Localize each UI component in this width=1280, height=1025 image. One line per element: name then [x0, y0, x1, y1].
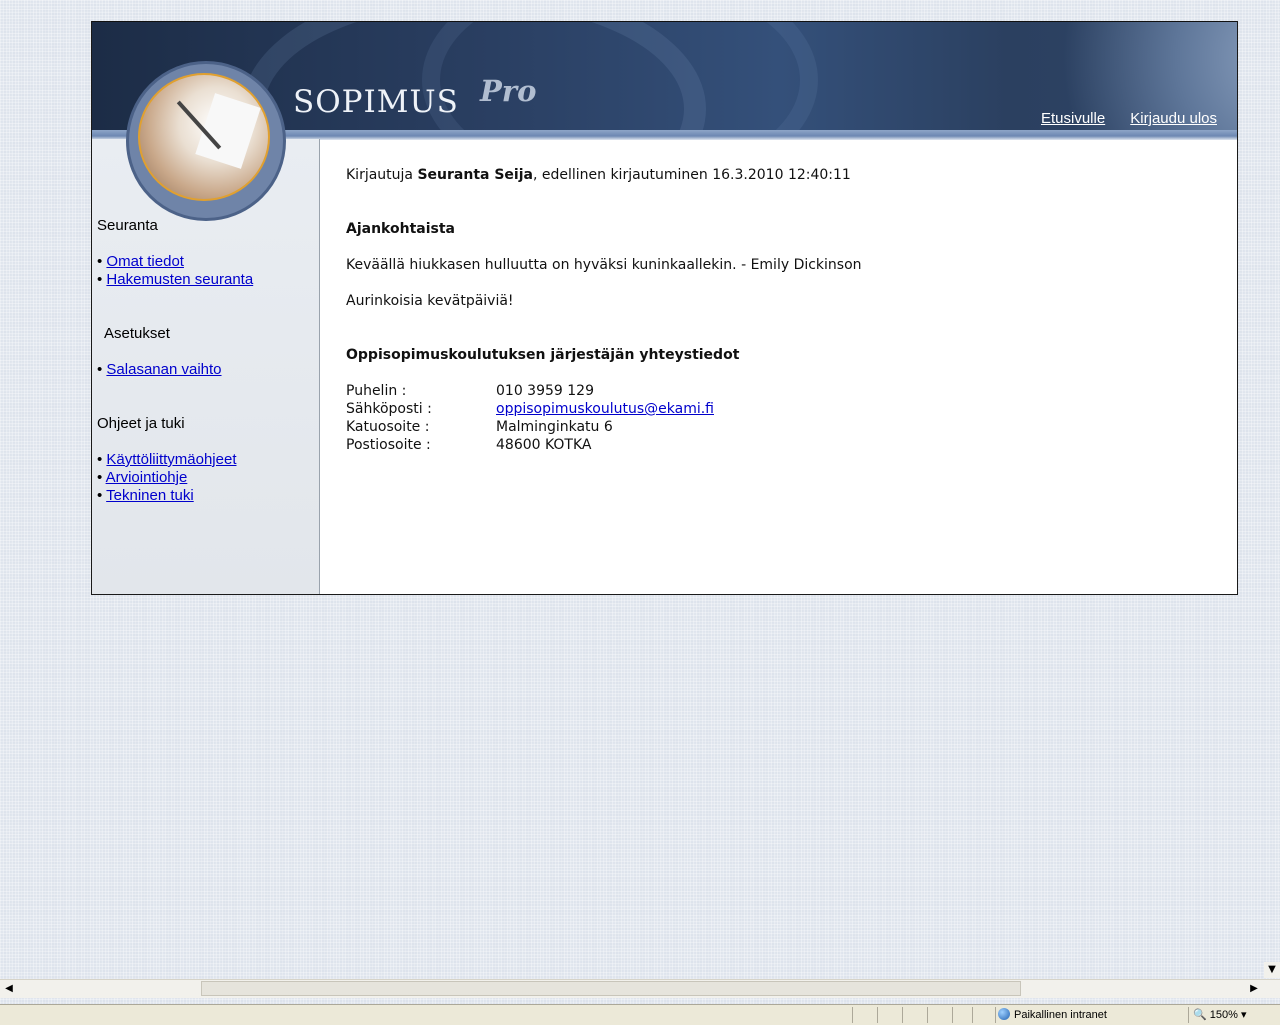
news-greeting: Aurinkoisia kevätpäiviä!: [346, 293, 514, 309]
news-heading: Ajankohtaista: [346, 221, 455, 237]
sidebar-item-hakemusten-seuranta: • Hakemusten seuranta: [97, 271, 254, 288]
link-salasanan-vaihto[interactable]: Salasanan vaihto: [106, 361, 221, 378]
section-title-seuranta: Seuranta: [97, 217, 158, 234]
scroll-left-icon[interactable]: ◀: [1, 981, 17, 997]
horizontal-scrollbar[interactable]: ◀ ▶: [0, 979, 1280, 998]
postal-value: 48600 KOTKA: [496, 437, 592, 453]
zoom-control[interactable]: 🔍 150% ▾: [1193, 1008, 1246, 1021]
phone-label: Puhelin :: [346, 383, 407, 399]
home-link[interactable]: Etusivulle: [1041, 110, 1105, 127]
link-hakemusten-seuranta[interactable]: Hakemusten seuranta: [106, 271, 253, 288]
sidebar-item-salasanan-vaihto: • Salasanan vaihto: [97, 361, 222, 378]
zoom-level: 150%: [1209, 1009, 1238, 1021]
link-kayttoliittymaohjeet[interactable]: Käyttöliittymäohjeet: [106, 451, 236, 468]
status-cell: [952, 1007, 953, 1023]
email-link[interactable]: oppisopimuskoulutus@ekami.fi: [496, 401, 714, 417]
page-frame: SOPIMUS Pro Etusivulle Kirjaudu ulos Seu…: [91, 21, 1238, 595]
status-cell: [927, 1007, 928, 1023]
section-title-asetukset: Asetukset: [104, 325, 170, 342]
logout-link[interactable]: Kirjaudu ulos: [1130, 110, 1217, 127]
status-cell: [972, 1007, 973, 1023]
news-quote: Keväällä hiukkasen hulluutta on hyväksi …: [346, 257, 862, 273]
link-omat-tiedot[interactable]: Omat tiedot: [106, 253, 184, 270]
scroll-down-arrow[interactable]: ▼: [1264, 962, 1280, 978]
status-cell: [995, 1007, 996, 1023]
sidebar-item-omat-tiedot: • Omat tiedot: [97, 253, 184, 270]
security-zone: Paikallinen intranet: [998, 1008, 1107, 1021]
login-suffix: , edellinen kirjautuminen 16.3.2010 12:4…: [532, 167, 851, 183]
street-value: Malminginkatu 6: [496, 419, 613, 435]
logo-text: SOPIMUS: [293, 84, 459, 120]
link-tekninen-tuki[interactable]: Tekninen tuki: [106, 487, 194, 504]
login-user: Seuranta Seija: [417, 167, 533, 183]
logo-suffix: Pro: [480, 74, 537, 108]
contact-heading: Oppisopimuskoulutuksen järjestäjän yhtey…: [346, 347, 740, 363]
status-bar: Paikallinen intranet 🔍 150% ▾: [0, 1004, 1280, 1025]
street-label: Katuosoite :: [346, 419, 430, 435]
status-cell: [902, 1007, 903, 1023]
login-prefix: Kirjautuja: [346, 167, 413, 183]
zone-label: Paikallinen intranet: [1014, 1009, 1107, 1021]
email-label: Sähköposti :: [346, 401, 432, 417]
link-arviointiohje[interactable]: Arviointiohje: [106, 469, 188, 486]
login-info: Kirjautuja Seuranta Seija, edellinen kir…: [346, 167, 851, 183]
sidebar-item-tekninen-tuki: • Tekninen tuki: [97, 487, 194, 504]
status-cell: [877, 1007, 878, 1023]
postal-label: Postiosoite :: [346, 437, 431, 453]
sidebar-item-arviointiohje: • Arviointiohje: [97, 469, 188, 486]
section-title-ohjeet: Ohjeet ja tuki: [97, 415, 185, 432]
sidebar-item-kayttoliittymaohjeet: • Käyttöliittymäohjeet: [97, 451, 237, 468]
scroll-right-icon[interactable]: ▶: [1246, 981, 1262, 997]
phone-value: 010 3959 129: [496, 383, 594, 399]
status-cell: [852, 1007, 853, 1023]
globe-icon: [998, 1008, 1010, 1020]
status-cell: [1188, 1007, 1189, 1023]
sidebar: Seuranta • Omat tiedot • Hakemusten seur…: [92, 61, 320, 594]
writing-hand-image: [138, 73, 270, 201]
header-links: Etusivulle Kirjaudu ulos: [1021, 108, 1217, 127]
scrollbar-thumb[interactable]: [201, 981, 1021, 996]
